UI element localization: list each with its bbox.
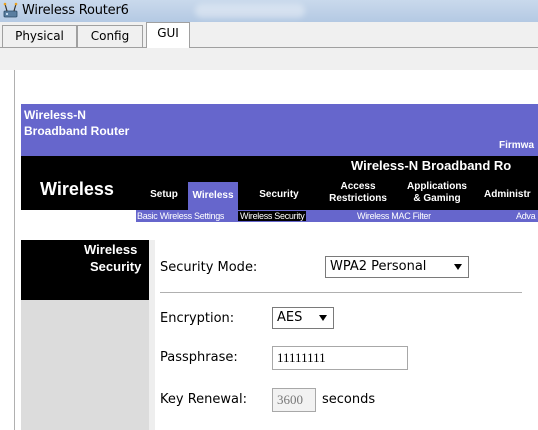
sidebar-title-line-1: Wireless [84,242,138,257]
form-divider [160,292,522,293]
security-mode-select[interactable]: WPA2 Personal [325,256,469,278]
key-renewal-label: Key Renewal: [160,392,247,407]
menu-setup[interactable]: Setup [146,187,182,203]
tab-physical[interactable]: Physical [2,25,77,47]
sidebar-title-line-2: Security [90,259,142,274]
gui-panel-border [14,70,15,430]
tab-gui[interactable]: GUI [146,22,190,48]
tab-config[interactable]: Config [77,25,143,47]
tab-bar: Physical Config GUI [0,22,538,70]
title-bar: Wireless Router6 [0,0,538,22]
menu-wireless[interactable]: Wireless [188,182,238,210]
menu-access-restrictions[interactable]: Access Restrictions [326,181,390,207]
menu-security[interactable]: Security [252,187,306,203]
product-name: Wireless-N Broadband Ro [351,158,512,173]
title-bar-blur [195,4,305,18]
passphrase-input[interactable]: 11111111 [272,346,408,370]
sidebar-body [21,300,149,430]
encryption-label: Encryption: [160,311,235,326]
menu-applications-gaming[interactable]: Applications & Gaming [401,181,473,207]
chevron-down-icon [454,264,462,270]
sidebar-divider [149,240,155,430]
encryption-value: AES [277,310,303,325]
submenu-wireless-mac-filter[interactable]: Wireless MAC Filter [357,211,431,221]
menu-administration[interactable]: Administr [484,187,538,203]
router-app-icon [3,2,18,18]
window-title: Wireless Router6 [22,3,129,18]
key-renewal-unit: seconds [322,392,376,407]
passphrase-label: Passphrase: [160,350,238,365]
tab-bar-line [0,47,538,48]
brand-line-2: Broadband Router [24,124,130,138]
section-title: Wireless [40,179,114,199]
submenu-wireless-security[interactable]: Wireless Security [238,211,307,221]
submenu-basic-wireless-settings[interactable]: Basic Wireless Settings [137,211,224,221]
submenu-advanced[interactable]: Adva [516,211,536,221]
security-mode-value: WPA2 Personal [330,259,427,274]
chevron-down-icon [319,315,327,321]
brand-line-1: Wireless-N [24,108,86,122]
key-renewal-input[interactable]: 3600 [272,388,316,412]
encryption-select[interactable]: AES [272,307,334,329]
firmware-label: Firmwa [499,140,535,151]
security-mode-label: Security Mode: [160,260,258,275]
